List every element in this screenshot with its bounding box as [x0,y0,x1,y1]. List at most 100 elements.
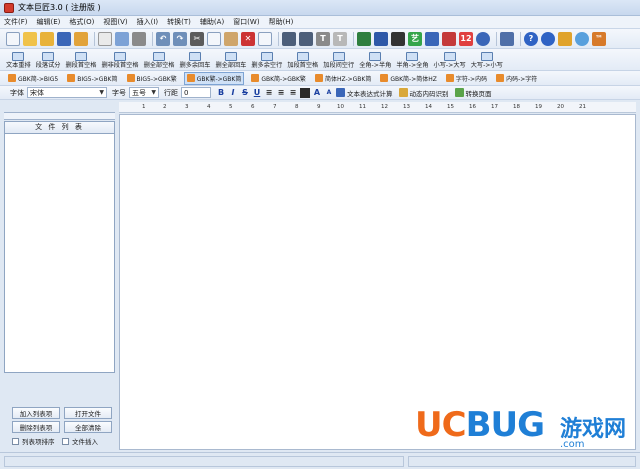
find-icon[interactable] [282,31,296,46]
page-setup-icon[interactable] [115,31,129,46]
delete-all-return-button[interactable]: 删全部回车 [215,49,246,70]
delete-extra-return-button[interactable]: 删多余回车 [180,49,210,70]
font-grow-icon[interactable]: A [312,88,322,98]
delete-all-space-button[interactable]: 删全部空格 [144,49,175,70]
menu-window[interactable]: 窗口(W) [233,17,259,27]
menu-view[interactable]: 视图(V) [103,17,127,27]
new-file-icon[interactable] [6,31,20,46]
size-select[interactable]: 五号 ▼ [129,87,159,98]
add-leading-space-button[interactable]: 加段首空格 [287,49,318,70]
delete-extra-blank-line-button[interactable]: 删多余空行 [251,49,282,70]
char-to-code-button[interactable]: 字符->内码 [444,72,489,85]
save-icon[interactable] [57,31,71,46]
image-icon[interactable] [374,31,388,46]
gbk-simplified-to-traditional-button[interactable]: GBK简->GBK繁 [249,72,308,85]
big5-to-gbk-traditional-button[interactable]: BIG5->GBK繁 [125,72,179,85]
big5-to-gbk-simplified-button[interactable]: BIG5->GBK简 [65,72,119,85]
print-preview-icon[interactable] [98,31,112,46]
ruler-tick: 15 [447,104,454,110]
underline-icon[interactable]: U [252,88,262,98]
delete-leading-space-button[interactable]: 删段首空格 [66,49,96,70]
ruler-tick: 5 [229,104,233,110]
panel-splitter[interactable] [4,112,115,120]
paste-icon[interactable] [224,31,238,46]
number-icon[interactable]: 12 [459,31,473,46]
font-shrink-icon[interactable]: A [324,88,334,98]
italic-icon[interactable]: I [228,88,238,98]
font-select[interactable]: 宋体 ▼ [27,87,107,98]
open-file-button[interactable]: 打开文件 [64,407,112,419]
half-to-full-button[interactable]: 半角->全角 [396,49,429,70]
color-grid-icon[interactable] [300,87,310,98]
delete-nonleading-space-button[interactable]: 删非段首空格 [101,49,139,70]
expression-calc-button[interactable]: 文本表达式计算 [336,88,393,98]
checkbox-box[interactable] [12,437,19,445]
clock-icon[interactable] [476,31,490,46]
calculator-icon[interactable] [500,31,514,46]
reflow-icon [12,52,25,61]
delete-icon[interactable]: ✕ [241,31,255,46]
split-paragraph-button[interactable]: 段落试分 [36,49,61,70]
text-format-icon[interactable]: T [333,31,347,46]
open-folder-icon[interactable] [23,31,37,46]
help-icon[interactable]: ? [524,31,538,46]
bold-icon[interactable]: B [216,88,226,98]
file-list-title: 文 件 列 表 [4,121,115,134]
pin-icon[interactable] [442,31,456,46]
menu-format[interactable]: 格式(O) [69,17,94,27]
hz-to-gbk-button[interactable]: 简体HZ->GBK简 [313,72,373,85]
standard-toolbar: ↶ ↷ ✂ ✕ T T 艺 12 ? ™ [0,29,640,49]
menu-convert[interactable]: 转换(T) [167,17,191,27]
folder-icon[interactable] [558,31,572,46]
menu-file[interactable]: 文件(F) [4,17,28,27]
file-insert-checkbox[interactable]: 文件插入 [62,436,98,446]
lower-to-upper-button[interactable]: 小写->大写 [434,49,466,70]
menu-insert[interactable]: 插入(I) [137,17,159,27]
gbk-traditional-to-simplified-button[interactable]: GBK繁->GBK简 [183,71,245,85]
add-list-item-button[interactable]: 加入列表项 [12,407,60,419]
copy-icon[interactable] [207,31,221,46]
gbk-to-big5-button[interactable]: GBK简->BIG5 [6,72,60,85]
spacing-input[interactable]: 0 [181,87,211,98]
globe-icon[interactable] [541,31,555,46]
open-recent-icon[interactable] [40,31,54,46]
text-editor[interactable] [119,114,636,450]
convert-page-button[interactable]: 转换页面 [454,88,492,98]
gb-icon[interactable] [391,31,405,46]
art-icon[interactable]: 艺 [408,31,422,46]
gbk-to-hz-button[interactable]: GBK简->简体HZ [378,72,439,85]
chat-icon[interactable] [575,31,589,46]
convert-icon [314,74,323,82]
menu-help[interactable]: 帮助(H) [269,17,294,27]
tools-icon[interactable] [425,31,439,46]
upper-to-lower-button[interactable]: 大写->小写 [471,49,503,70]
code-to-char-button[interactable]: 内码->字符 [494,72,539,85]
clear-all-button[interactable]: 全部清除 [64,421,112,433]
file-list[interactable] [4,134,115,373]
select-all-icon[interactable] [258,31,272,46]
delete-list-item-button[interactable]: 删除列表项 [12,421,60,433]
spreadsheet-icon[interactable] [357,31,371,46]
undo-icon[interactable]: ↶ [156,31,170,46]
align-right-icon[interactable]: ≡ [288,88,298,98]
text-icon[interactable]: T [316,31,330,46]
save-all-icon[interactable] [74,31,88,46]
cut-icon[interactable]: ✂ [190,31,204,46]
toolbar-divider [152,31,153,46]
redo-icon[interactable]: ↷ [173,31,187,46]
add-blank-line-button[interactable]: 加段间空行 [323,49,354,70]
align-center-icon[interactable]: ≡ [276,88,286,98]
trademark-icon[interactable]: ™ [592,31,606,46]
menu-assist[interactable]: 辅助(A) [200,17,224,27]
checkbox-box[interactable] [62,437,69,445]
full-to-half-button[interactable]: 全角->半角 [359,49,391,70]
align-left-icon[interactable]: ≡ [264,88,274,98]
dynamic-code-button[interactable]: 动态内码识别 [398,88,449,98]
menu-edit[interactable]: 编辑(E) [37,17,61,27]
replace-icon[interactable] [299,31,313,46]
reflow-button[interactable]: 文本重排 [6,49,31,70]
print-icon[interactable] [132,31,146,46]
strikethrough-icon[interactable]: S [240,88,250,98]
status-bar [0,452,640,469]
sort-list-checkbox[interactable]: 列表项排序 [12,436,55,446]
